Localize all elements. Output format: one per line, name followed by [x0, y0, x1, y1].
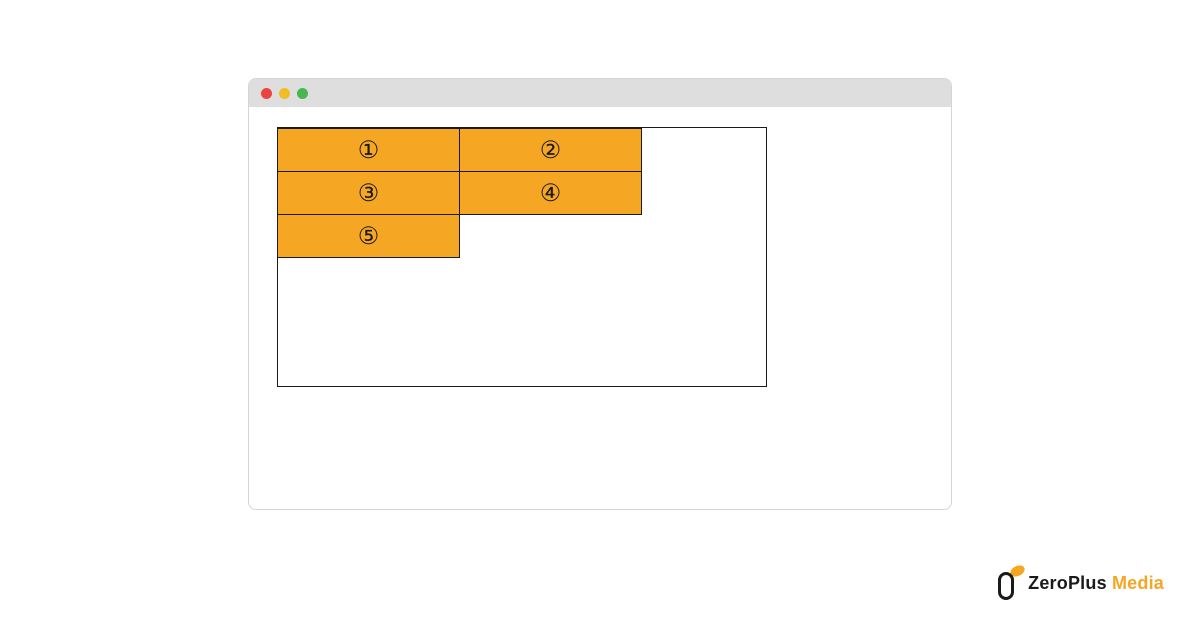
zeroplus-logo-icon	[998, 566, 1022, 600]
window-title-bar	[249, 79, 951, 107]
flex-item-label: ⑤	[358, 222, 380, 251]
flex-item-label: ④	[540, 179, 562, 208]
brand-secondary-text: Media	[1112, 573, 1164, 593]
brand-primary-text: ZeroPlus	[1028, 573, 1107, 593]
maximize-icon[interactable]	[297, 88, 308, 99]
brand-logo-text: ZeroPlus Media	[1028, 573, 1164, 594]
flex-item-1: ①	[277, 128, 460, 172]
close-icon[interactable]	[261, 88, 272, 99]
flex-demo-container: ① ② ③ ④ ⑤	[277, 127, 767, 387]
flex-item-3: ③	[277, 171, 460, 215]
flex-item-label: ①	[358, 136, 380, 165]
flex-item-label: ③	[358, 179, 380, 208]
flex-item-2: ②	[459, 128, 642, 172]
flex-item-4: ④	[459, 171, 642, 215]
browser-window: ① ② ③ ④ ⑤	[248, 78, 952, 510]
flex-item-label: ②	[540, 136, 562, 165]
flex-wrap-container: ① ② ③ ④ ⑤	[278, 128, 766, 258]
flex-item-5: ⑤	[277, 214, 460, 258]
brand-logo: ZeroPlus Media	[998, 566, 1164, 600]
minimize-icon[interactable]	[279, 88, 290, 99]
